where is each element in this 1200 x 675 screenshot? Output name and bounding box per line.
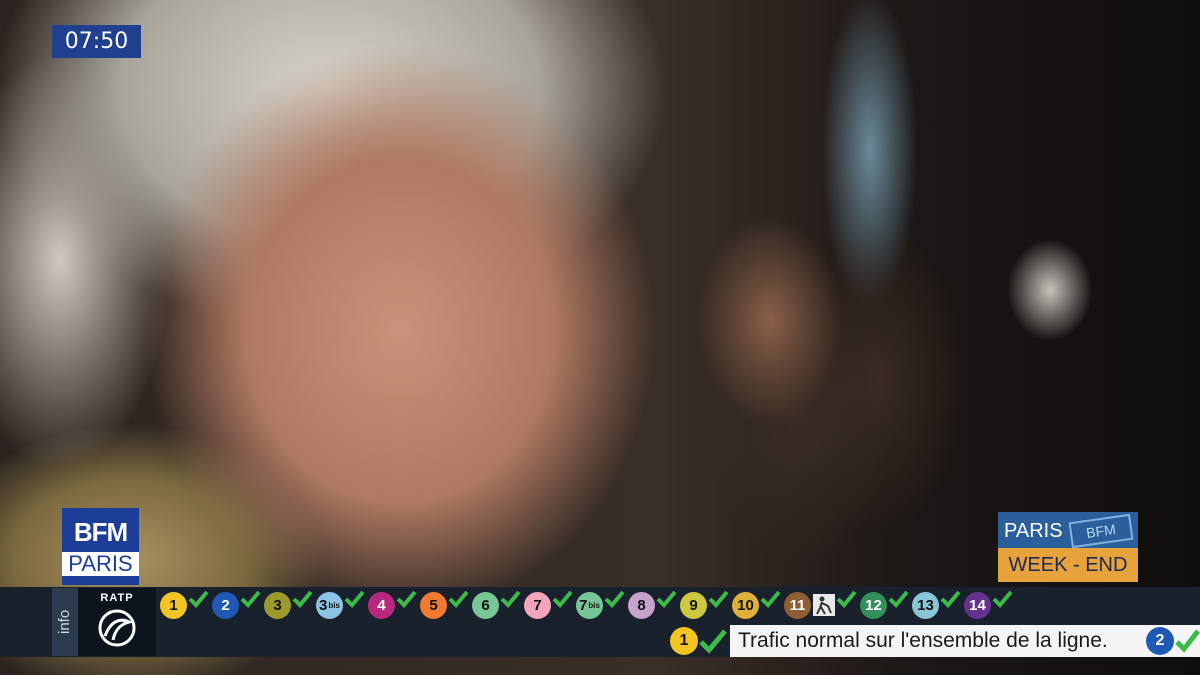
metro-line-item: 7 [524, 590, 573, 619]
metro-line-badge: 7 [524, 591, 551, 619]
status-line-badge: 1 [670, 627, 698, 655]
metro-line-badge: 10 [732, 591, 759, 619]
status-row: 1 Trafic normal sur l'ensemble de la lig… [668, 625, 1200, 657]
check-icon [396, 590, 417, 608]
metro-line-item: 13 [912, 590, 961, 619]
metro-line-item: 14 [964, 590, 1013, 619]
metro-line-number: 7 [533, 596, 542, 614]
check-icon [240, 590, 261, 608]
check-icon [552, 590, 573, 608]
metro-line-suffix: bis [588, 600, 600, 610]
metro-line-item: 3 bis [316, 590, 365, 619]
metro-line-item: 9 [680, 590, 729, 619]
metro-line-item: 8 [628, 590, 677, 619]
metro-line-number: 2 [221, 596, 230, 614]
info-tab: info [52, 588, 78, 656]
metro-line-item: 11 [784, 590, 857, 619]
metro-line-number: 3 [273, 596, 282, 614]
metro-line-badge: 8 [628, 591, 655, 619]
metro-line-badge: 6 [472, 591, 499, 619]
metro-line-item: 4 [368, 590, 417, 619]
metro-line-item: 2 [212, 590, 261, 619]
logo-line1: BFM [73, 516, 128, 547]
metro-line-number: 7 [579, 596, 588, 614]
check-icon [708, 590, 729, 608]
check-icon [836, 590, 857, 608]
check-icon [940, 590, 961, 608]
check-icon [992, 590, 1013, 608]
metro-line-item: 12 [860, 590, 909, 619]
metro-line-number: 9 [689, 596, 698, 614]
clock: 07:50 [52, 25, 141, 58]
check-icon [188, 590, 209, 608]
metro-line-number: 8 [637, 596, 646, 614]
metro-line-number: 4 [377, 596, 386, 614]
worker-icon [813, 594, 835, 616]
metro-line-badge: 11 [784, 591, 811, 619]
metro-line-item: 5 [420, 590, 469, 619]
ratp-box: RATP [78, 588, 156, 656]
check-icon [656, 590, 677, 608]
metro-line-number: 5 [429, 596, 438, 614]
check-icon [604, 590, 625, 608]
metro-line-badge: 3 [264, 591, 291, 619]
program-logo: PARIS BFM WEEK - END [998, 512, 1138, 582]
metro-line-badge: 12 [860, 591, 887, 619]
check-icon [888, 590, 909, 608]
metro-line-badge: 4 [368, 591, 395, 619]
metro-line-item: 3 [264, 590, 313, 619]
metro-line-number: 13 [917, 596, 934, 614]
metro-line-item: 7 bis [576, 590, 625, 619]
program-logo-badge: BFM [1068, 513, 1134, 549]
metro-line-number: 1 [169, 596, 178, 614]
metro-line-badge: 2 [212, 591, 239, 619]
check-icon [760, 590, 781, 608]
metro-line-number: 14 [969, 596, 986, 614]
check-icon [500, 590, 521, 608]
check-icon [344, 590, 365, 608]
metro-line-badge: 7 bis [576, 591, 603, 619]
program-logo-top: PARIS [1004, 520, 1063, 542]
ratp-logo-icon [78, 608, 156, 653]
ratp-label: RATP [100, 592, 134, 604]
metro-line-number: 11 [789, 596, 806, 614]
metro-line-badge: 14 [964, 591, 991, 619]
metro-line-badge: 3 bis [316, 591, 343, 619]
status-text: Trafic normal sur l'ensemble de la ligne… [730, 625, 1200, 657]
metro-line-number: 10 [737, 596, 754, 614]
metro-line-badge: 5 [420, 591, 447, 619]
check-icon [292, 590, 313, 608]
metro-line-number: 12 [865, 596, 882, 614]
check-icon [1175, 629, 1200, 653]
check-icon [448, 590, 469, 608]
metro-line-badge: 9 [680, 591, 707, 619]
check-icon [699, 629, 727, 654]
metro-lines-row: 1 2 3 3 bis 4 5 6 7 7 bis 8 9 10 11 12 13 14 [160, 589, 1200, 621]
metro-line-suffix: bis [328, 600, 340, 610]
logo-line2: PARIS [62, 551, 139, 576]
metro-line-item: 1 [160, 590, 209, 619]
metro-line-number: 3 [319, 596, 328, 614]
bfm-paris-logo: BFM PARIS [62, 508, 139, 585]
metro-line-badge: 1 [160, 591, 187, 619]
next-line-badge: 2 [1146, 627, 1174, 655]
metro-line-number: 6 [481, 596, 490, 614]
program-logo-bottom: WEEK - END [998, 548, 1138, 582]
metro-line-item: 6 [472, 590, 521, 619]
metro-line-item: 10 [732, 590, 781, 619]
metro-line-badge: 13 [912, 591, 939, 619]
